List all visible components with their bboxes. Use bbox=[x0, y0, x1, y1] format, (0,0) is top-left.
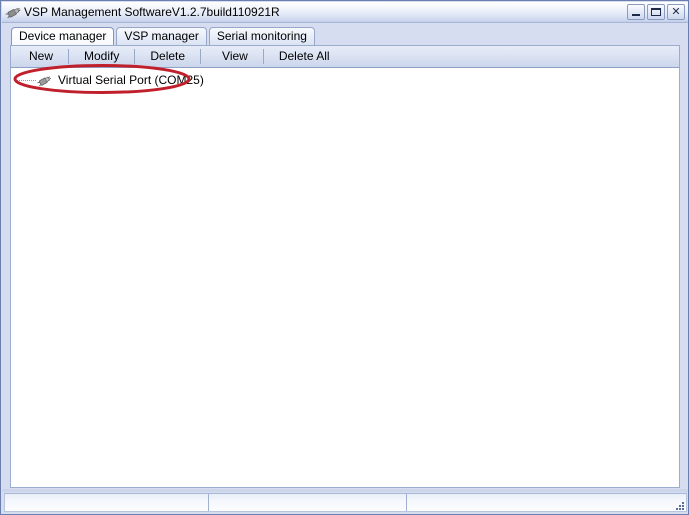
tab-label: VSP manager bbox=[124, 29, 199, 43]
plug-connector-icon bbox=[5, 4, 23, 21]
tab-device-manager[interactable]: Device manager bbox=[11, 27, 115, 45]
close-button[interactable]: ✕ bbox=[667, 4, 685, 20]
delete-all-button[interactable]: Delete All bbox=[265, 46, 344, 67]
tab-vsp-manager[interactable]: VSP manager bbox=[116, 27, 207, 45]
status-panel-3 bbox=[407, 494, 686, 511]
toolbar-separator bbox=[200, 49, 202, 64]
tree-item-label: Virtual Serial Port (COM25) bbox=[58, 72, 204, 87]
window-title: VSP Management SoftwareV1.2.7build110921… bbox=[24, 5, 280, 19]
tab-serial-monitoring[interactable]: Serial monitoring bbox=[208, 27, 315, 45]
toolbar-separator bbox=[68, 49, 70, 64]
status-bar bbox=[4, 493, 687, 512]
modify-button[interactable]: Modify bbox=[70, 46, 133, 67]
delete-button[interactable]: Delete bbox=[136, 46, 199, 67]
device-tree-panel[interactable]: Virtual Serial Port (COM25) bbox=[10, 68, 680, 488]
title-bar: VSP Management SoftwareV1.2.7build110921… bbox=[2, 2, 688, 23]
new-button[interactable]: New bbox=[15, 46, 67, 67]
application-window: VSP Management SoftwareV1.2.7build110921… bbox=[0, 0, 689, 515]
view-button[interactable]: View bbox=[208, 46, 262, 67]
tab-strip: Device manager VSP manager Serial monito… bbox=[2, 23, 688, 45]
toolbar-separator bbox=[262, 49, 264, 64]
resize-grip-icon[interactable] bbox=[672, 498, 684, 510]
serial-port-plug-icon bbox=[37, 73, 54, 88]
status-panel-2 bbox=[209, 494, 407, 511]
minimize-button[interactable] bbox=[627, 4, 645, 20]
close-icon: ✕ bbox=[671, 5, 681, 18]
tree-line-icon bbox=[17, 72, 37, 88]
window-controls: ✕ bbox=[627, 4, 685, 20]
tree-item-virtual-serial-port[interactable]: Virtual Serial Port (COM25) bbox=[11, 71, 679, 89]
window-bottom-edge bbox=[2, 489, 688, 492]
status-panel-1 bbox=[5, 494, 209, 511]
device-tree: Virtual Serial Port (COM25) bbox=[11, 68, 679, 89]
toolbar-separator bbox=[134, 49, 136, 64]
tab-label: Device manager bbox=[19, 29, 107, 43]
tab-label: Serial monitoring bbox=[216, 29, 307, 43]
toolbar: New Modify Delete View Delete All bbox=[10, 45, 680, 68]
maximize-button[interactable] bbox=[647, 4, 665, 20]
